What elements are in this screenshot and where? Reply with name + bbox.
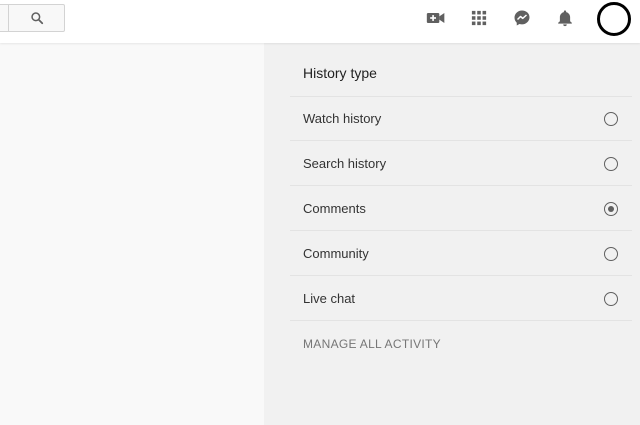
option-label: Live chat (303, 291, 356, 306)
option-watch-history[interactable]: Watch history (290, 97, 632, 141)
search-icon (30, 12, 43, 25)
history-type-panel: History type Watch history Search histor… (264, 43, 640, 425)
main-content-area (0, 43, 264, 425)
manage-all-activity-link[interactable]: MANAGE ALL ACTIVITY (303, 337, 441, 351)
avatar[interactable] (597, 2, 631, 36)
option-label: Community (303, 246, 369, 261)
radio-live-chat[interactable] (604, 292, 618, 306)
option-label: Watch history (303, 111, 382, 126)
upload-video-icon (426, 13, 445, 23)
option-search-history[interactable]: Search history (290, 142, 632, 186)
option-community[interactable]: Community (290, 232, 632, 276)
radio-search-history[interactable] (604, 157, 618, 171)
notifications-bell-icon (558, 10, 572, 27)
top-bar (0, 0, 640, 43)
panel-title: History type (303, 65, 377, 81)
option-comments[interactable]: Comments (290, 187, 632, 231)
apps-grid-icon (471, 10, 487, 26)
notifications-button[interactable] (552, 6, 578, 30)
upload-video-button[interactable] (423, 6, 449, 30)
option-live-chat[interactable]: Live chat (290, 277, 632, 321)
radio-community[interactable] (604, 247, 618, 261)
apps-button[interactable] (466, 6, 492, 30)
radio-watch-history[interactable] (604, 112, 618, 126)
search-box[interactable] (0, 4, 65, 32)
option-label: Comments (303, 201, 366, 216)
search-button[interactable] (8, 5, 64, 31)
radio-comments[interactable] (604, 202, 618, 216)
messages-button[interactable] (509, 6, 535, 30)
messages-icon (514, 10, 530, 26)
option-label: Search history (303, 156, 387, 171)
